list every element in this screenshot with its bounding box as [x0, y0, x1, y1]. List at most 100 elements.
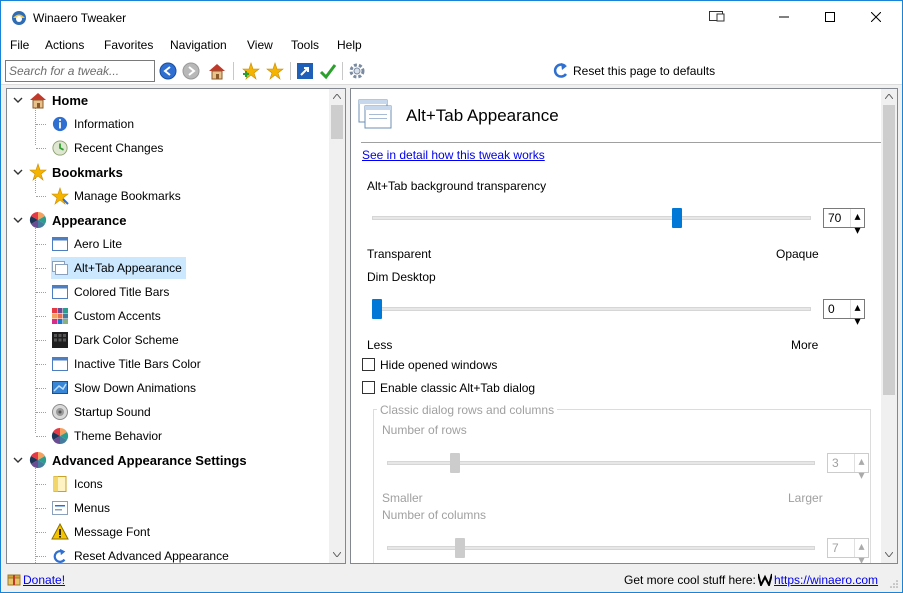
home-button[interactable]: [207, 61, 227, 81]
tree-item-label: Alt+Tab Appearance: [74, 261, 182, 275]
menu-navigation[interactable]: Navigation: [170, 38, 227, 52]
tree-item[interactable]: Slow Down Animations: [51, 377, 200, 399]
info-icon: [51, 115, 69, 133]
menu-view[interactable]: View: [247, 38, 273, 52]
transparency-slider-thumb[interactable]: [672, 208, 683, 228]
tree-item[interactable]: Inactive Title Bars Color: [51, 353, 205, 375]
star-icon: [266, 62, 284, 80]
tree-item-label: Aero Lite: [74, 237, 123, 251]
add-bookmark-button[interactable]: [241, 61, 261, 81]
pin-window-icon: [709, 11, 725, 22]
spin-down-icon[interactable]: ▾: [851, 314, 864, 328]
reset-arrow-icon: [553, 63, 568, 78]
reset-page-button[interactable]: Reset this page to defaults: [553, 61, 715, 81]
maximize-icon: [825, 12, 835, 22]
columns-spinner[interactable]: 7 ▴ ▾: [827, 538, 869, 563]
accents-icon: [51, 307, 69, 325]
menu-tools[interactable]: Tools: [291, 38, 319, 52]
tree-item[interactable]: Colored Title Bars: [51, 281, 173, 303]
scroll-up-icon: [333, 94, 341, 99]
spin-up-icon[interactable]: ▴: [855, 539, 868, 553]
spin-down-icon[interactable]: ▾: [855, 553, 868, 563]
shortcut-arrow-icon: [297, 63, 313, 79]
bookmarks-button[interactable]: [265, 61, 285, 81]
spin-up-icon[interactable]: ▴: [851, 209, 864, 223]
chevron-down-icon[interactable]: [13, 95, 23, 105]
chevron-down-icon[interactable]: [13, 455, 23, 465]
tree-item[interactable]: Menus: [51, 497, 114, 519]
maximize-button[interactable]: [807, 1, 853, 33]
spin-down-icon[interactable]: ▾: [855, 468, 868, 482]
tree-item-label: Slow Down Animations: [74, 381, 197, 395]
tree-line: [36, 412, 46, 413]
tree-item[interactable]: Recent Changes: [51, 137, 167, 159]
tree-line: [35, 105, 36, 145]
search-input[interactable]: [5, 60, 155, 82]
forward-button[interactable]: [181, 61, 201, 81]
tree-item[interactable]: Startup Sound: [51, 401, 155, 423]
columns-slider-track[interactable]: [387, 546, 815, 550]
tree-item[interactable]: Custom Accents: [51, 305, 165, 327]
hide-windows-checkbox[interactable]: [362, 358, 375, 371]
tree-item-label: Bookmarks: [52, 164, 123, 180]
tree-item[interactable]: Manage Bookmarks: [51, 185, 185, 207]
columns-slider-thumb[interactable]: [455, 538, 465, 558]
tree-line: [36, 532, 46, 533]
tree-scroll-thumb[interactable]: [331, 105, 343, 139]
tree-category[interactable]: Appearance: [29, 209, 130, 231]
dim-slider-thumb[interactable]: [372, 299, 382, 319]
menu-file[interactable]: File: [10, 38, 29, 52]
tree-line: [36, 268, 46, 269]
classic-dialog-checkbox[interactable]: [362, 381, 375, 394]
shortcut-button[interactable]: [295, 61, 315, 81]
tree-category[interactable]: Home: [29, 89, 92, 111]
minimize-button[interactable]: [761, 1, 807, 33]
tree-item[interactable]: Dark Color Scheme: [51, 329, 183, 351]
tree-scrollbar[interactable]: [329, 89, 345, 563]
title-bar: Winaero Tweaker: [1, 1, 902, 33]
menu-help[interactable]: Help: [337, 38, 362, 52]
spin-up-icon[interactable]: ▴: [855, 454, 868, 468]
always-on-top-button[interactable]: [694, 1, 740, 33]
content-scroll-thumb[interactable]: [883, 105, 895, 395]
spin-down-icon[interactable]: ▾: [851, 223, 864, 237]
transparency-slider-track[interactable]: [372, 216, 811, 220]
tree-item[interactable]: Alt+Tab Appearance: [51, 257, 186, 279]
settings-button[interactable]: [347, 61, 367, 81]
tree-category[interactable]: Bookmarks: [29, 161, 127, 183]
tree-item[interactable]: Reset Advanced Appearance: [51, 545, 233, 563]
dim-slider-track[interactable]: [372, 307, 811, 311]
content-scrollbar[interactable]: [881, 89, 897, 563]
detail-link[interactable]: See in detail how this tweak works: [362, 148, 545, 162]
tree-item[interactable]: Theme Behavior: [51, 425, 166, 447]
close-button[interactable]: [853, 1, 899, 33]
back-button[interactable]: [158, 61, 178, 81]
alt-tab-header-icon: [358, 99, 392, 129]
tree-item[interactable]: Aero Lite: [51, 233, 126, 255]
donate-link[interactable]: Donate!: [23, 573, 65, 587]
tree-category[interactable]: Advanced Appearance Settings: [29, 449, 251, 471]
tree-item[interactable]: Message Font: [51, 521, 154, 543]
menu-favorites[interactable]: Favorites: [104, 38, 153, 52]
tree-item-label: Appearance: [52, 212, 127, 228]
rows-slider-thumb[interactable]: [449, 453, 460, 473]
apply-button[interactable]: [318, 61, 338, 81]
tree-item[interactable]: Information: [51, 113, 138, 135]
chevron-down-icon[interactable]: [13, 215, 23, 225]
menu-actions[interactable]: Actions: [45, 38, 84, 52]
transparency-value: 70: [828, 211, 842, 225]
tree-item-label: Custom Accents: [74, 309, 161, 323]
resize-grip-icon[interactable]: [889, 579, 899, 589]
rows-spinner[interactable]: 3 ▴ ▾: [827, 453, 869, 482]
donate-icon: [7, 574, 21, 586]
chevron-down-icon[interactable]: [13, 167, 23, 177]
winaero-link[interactable]: https://winaero.com: [774, 573, 878, 587]
home-icon: [29, 91, 47, 109]
classic-dialog-label: Enable classic Alt+Tab dialog: [380, 381, 536, 395]
hide-windows-label: Hide opened windows: [380, 358, 498, 372]
menu-icon: [51, 499, 69, 517]
tree-item[interactable]: Icons: [51, 473, 107, 495]
transparency-spinner[interactable]: 70 ▴ ▾: [823, 208, 865, 237]
spin-up-icon[interactable]: ▴: [851, 300, 864, 314]
dim-spinner[interactable]: 0 ▴ ▾: [823, 299, 865, 328]
